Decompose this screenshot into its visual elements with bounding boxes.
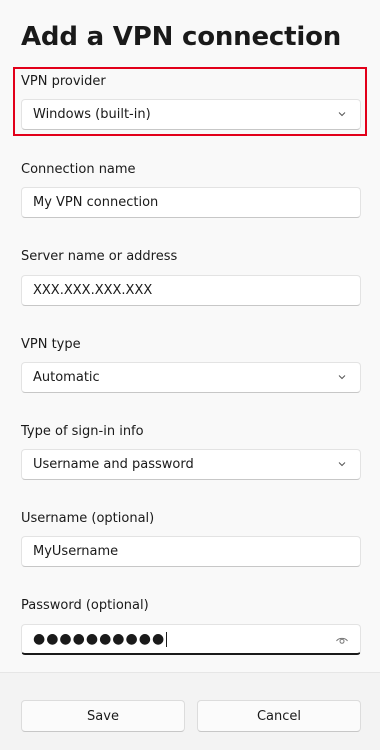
username-input[interactable]: MyUsername	[21, 536, 361, 567]
password-input[interactable]: ●●●●●●●●●●	[21, 624, 361, 655]
vpn-type-value: Automatic	[33, 370, 100, 385]
vpn-provider-value: Windows (built-in)	[33, 107, 151, 122]
username-label: Username (optional)	[21, 511, 155, 526]
reveal-password-icon[interactable]	[335, 633, 349, 647]
connection-name-input[interactable]: My VPN connection	[21, 187, 361, 218]
username-value: MyUsername	[33, 544, 119, 559]
server-value: XXX.XXX.XXX.XXX	[33, 283, 153, 298]
vpn-type-label: VPN type	[21, 337, 81, 352]
text-caret	[166, 631, 168, 647]
vpn-provider-dropdown[interactable]: Windows (built-in)	[21, 99, 361, 130]
vpn-provider-label: VPN provider	[21, 74, 106, 89]
chevron-down-icon	[338, 375, 346, 380]
sign-in-type-label: Type of sign-in info	[21, 424, 144, 439]
sign-in-type-value: Username and password	[33, 457, 194, 472]
server-label: Server name or address	[21, 249, 178, 264]
page-title: Add a VPN connection	[21, 22, 342, 52]
chevron-down-icon	[338, 112, 346, 117]
connection-name-value: My VPN connection	[33, 195, 159, 210]
connection-name-label: Connection name	[21, 162, 136, 177]
server-input[interactable]: XXX.XXX.XXX.XXX	[21, 275, 361, 306]
vpn-type-dropdown[interactable]: Automatic	[21, 362, 361, 393]
chevron-down-icon	[338, 462, 346, 467]
save-button[interactable]: Save	[21, 700, 185, 732]
sign-in-type-dropdown[interactable]: Username and password	[21, 449, 361, 480]
dialog-footer: Save Cancel	[0, 672, 380, 750]
cancel-button[interactable]: Cancel	[197, 700, 361, 732]
password-label: Password (optional)	[21, 598, 149, 613]
password-value: ●●●●●●●●●●	[33, 631, 166, 647]
